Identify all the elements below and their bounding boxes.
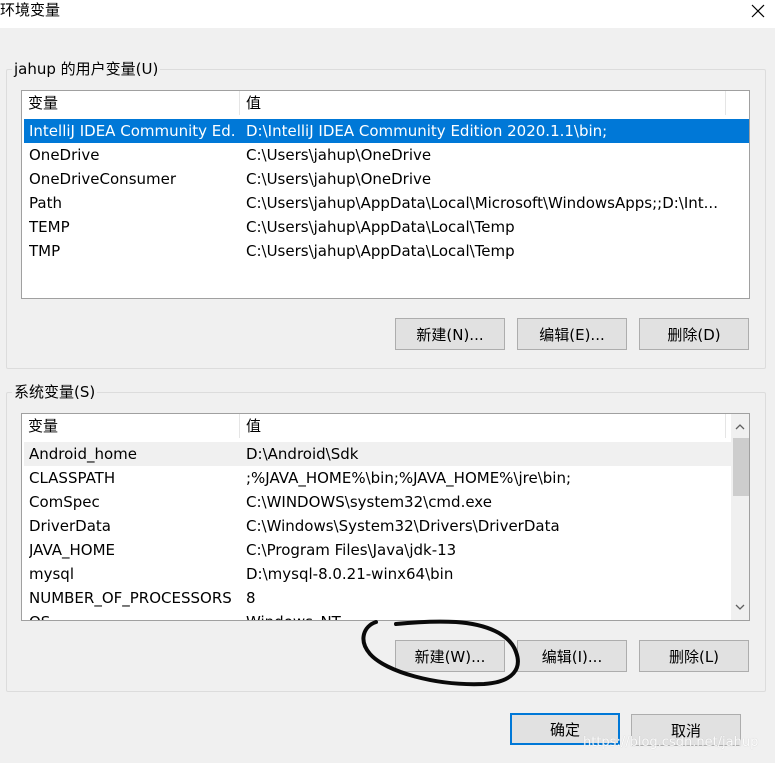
title-bar: 环境变量 <box>0 0 775 28</box>
scrollbar-thumb[interactable] <box>733 438 749 496</box>
column-header-variable[interactable]: 变量 <box>22 414 240 438</box>
scroll-down-button[interactable] <box>731 598 749 616</box>
variable-name: IntelliJ IDEA Community Ed... <box>29 122 237 140</box>
variable-name: Android_home <box>29 445 138 463</box>
list-item[interactable]: CLASSPATH ;%JAVA_HOME%\bin;%JAVA_HOME%\jr… <box>24 466 749 490</box>
list-item[interactable]: mysql D:\mysql-8.0.21-winx64\bin <box>24 562 749 586</box>
variable-value: C:\WINDOWS\system32\cmd.exe <box>246 493 492 511</box>
list-item[interactable]: ComSpec C:\WINDOWS\system32\cmd.exe <box>24 490 749 514</box>
variable-value: C:\Users\jahup\AppData\Local\Temp <box>246 218 515 236</box>
user-variables-label: jahup 的用户变量(U) <box>12 60 161 78</box>
variable-value: D:\mysql-8.0.21-winx64\bin <box>246 565 454 583</box>
watermark-text: https://blog.csdn.net/jahup <box>583 735 759 750</box>
scroll-up-button[interactable] <box>731 418 749 436</box>
list-item[interactable]: JAVA_HOME C:\Program Files\Java\jdk-13 <box>24 538 749 562</box>
variable-name: DriverData <box>29 517 111 535</box>
variable-value: C:\Users\jahup\OneDrive <box>246 146 432 164</box>
user-variables-list[interactable]: 变量 值 IntelliJ IDEA Community Ed... D:\Int… <box>21 90 750 299</box>
variable-value: 8 <box>246 589 256 607</box>
variable-name: ComSpec <box>29 493 100 511</box>
list-item[interactable]: TMP C:\Users\jahup\AppData\Local\Temp <box>24 239 749 263</box>
variable-value: D:\Android\Sdk <box>246 445 359 463</box>
variable-name: OneDriveConsumer <box>29 170 177 188</box>
variable-value: D:\IntelliJ IDEA Community Edition 2020.… <box>246 122 608 140</box>
chevron-down-icon <box>735 604 745 610</box>
variable-value: C:\Users\jahup\AppData\Local\Temp <box>246 242 515 260</box>
chevron-up-icon <box>735 424 745 430</box>
list-item[interactable]: Path C:\Users\jahup\AppData\Local\Microso… <box>24 191 749 215</box>
variable-value: C:\Users\jahup\AppData\Local\Microsoft\W… <box>246 194 718 212</box>
variable-value: Windows_NT <box>246 610 724 620</box>
variable-name: TEMP <box>29 218 70 236</box>
variable-name: mysql <box>29 565 74 583</box>
variable-name: NUMBER_OF_PROCESSORS <box>29 589 232 607</box>
variable-name: OS <box>29 610 237 620</box>
window-title: 环境变量 <box>0 1 61 19</box>
list-item[interactable]: IntelliJ IDEA Community Ed... D:\IntelliJ… <box>24 119 749 143</box>
list-item[interactable]: OS Windows_NT <box>24 610 749 620</box>
column-header-value[interactable]: 值 <box>240 414 726 438</box>
list-item[interactable]: DriverData C:\Windows\System32\Drivers\Dr… <box>24 514 749 538</box>
system-edit-button[interactable]: 编辑(I)... <box>517 640 627 672</box>
variable-name: OneDrive <box>29 146 100 164</box>
column-header-value[interactable]: 值 <box>240 91 726 115</box>
variable-value: ;%JAVA_HOME%\bin;%JAVA_HOME%\jre\bin; <box>246 469 572 487</box>
variable-value: C:\Program Files\Java\jdk-13 <box>246 541 457 559</box>
list-item[interactable]: OneDriveConsumer C:\Users\jahup\OneDrive <box>24 167 749 191</box>
list-item[interactable]: TEMP C:\Users\jahup\AppData\Local\Temp <box>24 215 749 239</box>
user-edit-button[interactable]: 编辑(E)... <box>517 318 627 350</box>
variable-value: C:\Users\jahup\OneDrive <box>246 170 432 188</box>
user-new-button[interactable]: 新建(N)... <box>395 318 505 350</box>
list-item[interactable]: Android_home D:\Android\Sdk <box>24 442 749 466</box>
list-item[interactable]: OneDrive C:\Users\jahup\OneDrive <box>24 143 749 167</box>
list-item[interactable]: NUMBER_OF_PROCESSORS 8 <box>24 586 749 610</box>
list-header: 变量 值 <box>22 414 749 438</box>
system-variables-list[interactable]: 变量 值 Android_home D:\Android\Sdk CLASSPATH… <box>21 413 750 621</box>
variable-name: TMP <box>29 242 61 260</box>
close-icon <box>751 4 764 18</box>
column-header-variable[interactable]: 变量 <box>22 91 240 115</box>
system-delete-button[interactable]: 删除(L) <box>639 640 749 672</box>
vertical-scrollbar[interactable] <box>731 414 749 620</box>
variable-name: CLASSPATH <box>29 469 116 487</box>
system-new-button[interactable]: 新建(W)... <box>395 640 505 672</box>
variable-name: JAVA_HOME <box>29 541 116 559</box>
close-button[interactable] <box>740 0 775 22</box>
variable-name: Path <box>29 194 62 212</box>
system-variables-label: 系统变量(S) <box>12 383 98 401</box>
list-header: 变量 值 <box>22 91 749 115</box>
user-delete-button[interactable]: 删除(D) <box>639 318 749 350</box>
variable-value: C:\Windows\System32\Drivers\DriverData <box>246 517 560 535</box>
